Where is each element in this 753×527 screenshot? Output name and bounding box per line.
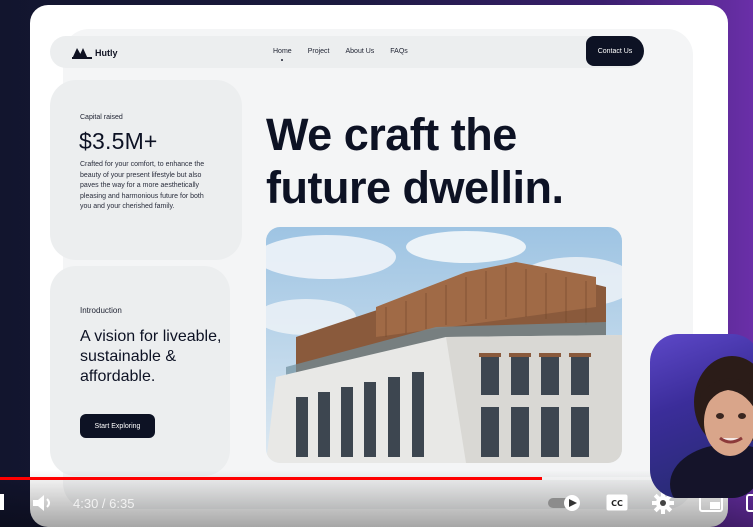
progress-bar[interactable]: [0, 477, 753, 480]
nav-links: Home Project About Us FAQs: [273, 48, 408, 55]
intro-label: Introduction: [80, 306, 122, 315]
site-logo[interactable]: Hutly: [72, 47, 118, 59]
cc-icon[interactable]: CC: [606, 494, 628, 511]
nav-home[interactable]: Home: [273, 48, 292, 55]
theater-icon[interactable]: [746, 494, 753, 512]
nav-about-us[interactable]: About Us: [345, 48, 374, 55]
svg-text:CC: CC: [611, 499, 623, 508]
capital-label: Capital raised: [80, 114, 123, 121]
time-display: 4:30 / 6:35: [73, 496, 135, 511]
webcam-overlay: [650, 334, 753, 498]
play-pause-icon[interactable]: [0, 494, 4, 510]
logo-text: Hutly: [95, 48, 118, 58]
nav-faqs[interactable]: FAQs: [390, 48, 408, 55]
progress-played: [0, 477, 543, 480]
hero-title: We craft the future dwellin.: [266, 109, 564, 213]
capital-value: $3.5M+: [79, 128, 158, 154]
volume-icon[interactable]: [32, 494, 54, 512]
autoplay-toggle-icon[interactable]: [548, 495, 582, 511]
nav-project[interactable]: Project: [308, 48, 330, 55]
building-image: [266, 227, 622, 463]
intro-title: A vision for liveable, sustainable & aff…: [80, 328, 222, 385]
capital-description: Crafted for your comfort, to enhance the…: [80, 161, 205, 210]
start-exploring-button[interactable]: Start Exploring: [80, 414, 155, 438]
logo-mark-icon: [72, 48, 92, 59]
contact-us-button[interactable]: Contact Us: [586, 36, 644, 66]
